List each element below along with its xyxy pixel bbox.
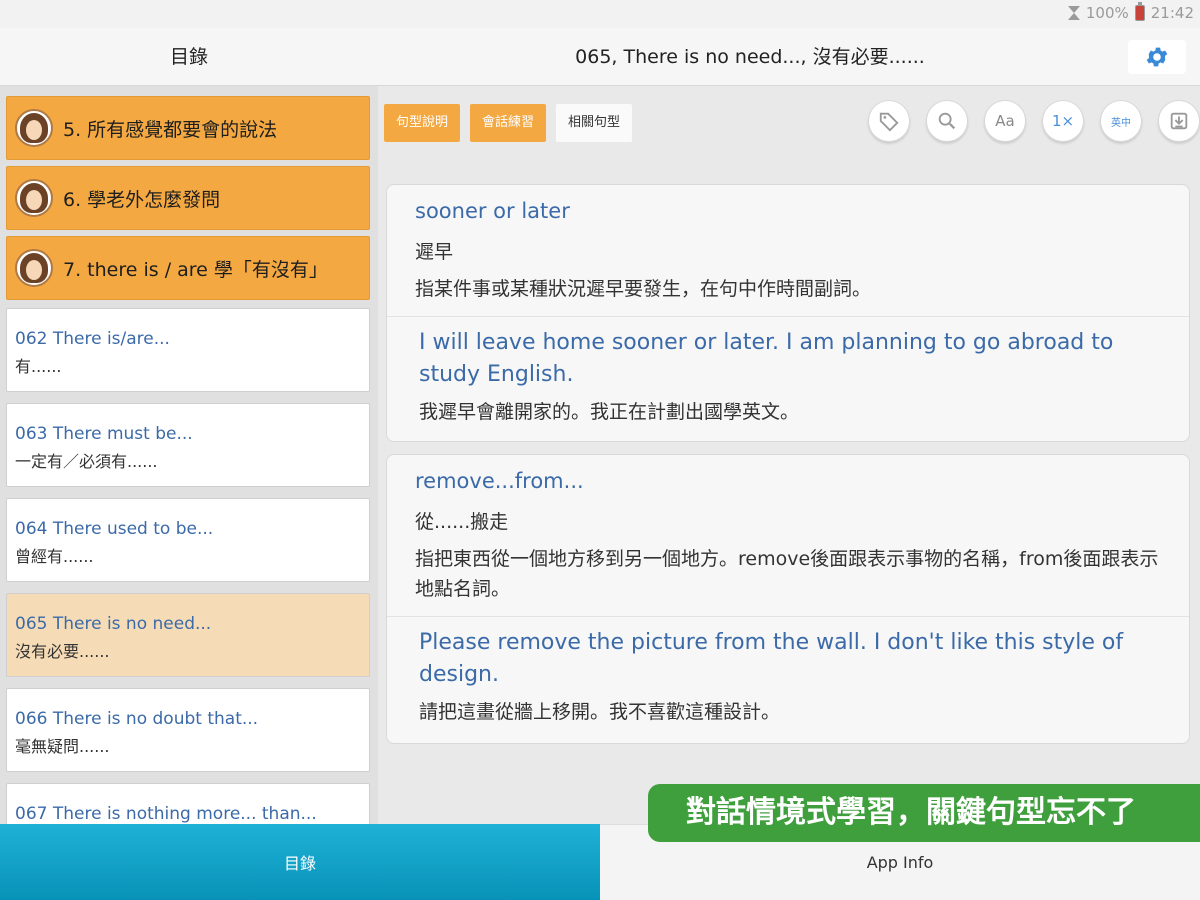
sidebar: 5. 所有感覺都要會的說法 6. 學老外怎麼發問 7. there is / a… bbox=[0, 86, 378, 824]
download-icon bbox=[1170, 112, 1188, 130]
promo-banner: 對話情境式學習，關鍵句型忘不了 bbox=[648, 784, 1200, 842]
related-pattern-card: sooner or later 遲早 指某件事或某種狀況遲早要發生，在句中作時間… bbox=[386, 184, 1190, 442]
avatar-icon bbox=[15, 179, 53, 217]
pattern-english: 066 There is no doubt that... bbox=[15, 709, 259, 729]
pattern-term: sooner or later bbox=[415, 199, 570, 223]
example-english: I will leave home sooner or later. I am … bbox=[419, 330, 1114, 387]
status-right: 100% 21:42 bbox=[1067, 2, 1194, 22]
search-icon bbox=[938, 112, 956, 130]
sidebar-item-064[interactable]: 064 There used to be... 曾經有...... bbox=[6, 498, 370, 582]
pattern-definition: 指把東西從一個地方移到另一個地方。remove後面跟表示事物的名稱，from後面… bbox=[415, 548, 1159, 600]
pattern-chinese: 有...... bbox=[15, 357, 62, 376]
page-title: 065, There is no need..., 沒有必要...... bbox=[575, 46, 925, 68]
pattern-english: 064 There used to be... bbox=[15, 519, 214, 539]
translate-icon: 英中 bbox=[1111, 117, 1131, 129]
tab-conversation-practice[interactable]: 會話練習 bbox=[470, 104, 547, 142]
tab-related-patterns[interactable]: 相關句型 bbox=[556, 104, 633, 142]
sidebar-item-063[interactable]: 063 There must be... 一定有／必須有...... bbox=[6, 403, 370, 487]
search-button[interactable] bbox=[926, 100, 968, 142]
pattern-term-chinese: 遲早 bbox=[415, 241, 454, 263]
settings-button[interactable] bbox=[1128, 40, 1186, 74]
example-chinese: 請把這畫從牆上移開。我不喜歡這種設計。 bbox=[419, 701, 781, 723]
sidebar-item-062[interactable]: 062 There is/are... 有...... bbox=[6, 308, 370, 392]
pattern-english: 065 There is no need... bbox=[15, 614, 212, 634]
avatar-icon bbox=[15, 249, 53, 287]
sidebar-title: 目錄 bbox=[169, 46, 208, 68]
sidebar-item-065[interactable]: 065 There is no need... 沒有必要...... bbox=[6, 593, 370, 677]
speed-icon: 1× bbox=[1051, 112, 1075, 130]
clock: 21:42 bbox=[1150, 4, 1194, 22]
tab-bar: 句型說明 會話練習 相關句型 bbox=[384, 104, 633, 142]
example-english: Please remove the picture from the wall.… bbox=[419, 630, 1124, 687]
top-bar: 目錄 065, There is no need..., 沒有必要...... bbox=[0, 28, 1200, 86]
toolbar: Aa 1× 英中 bbox=[868, 100, 1200, 142]
content-area: 句型說明 會話練習 相關句型 Aa 1× 英中 sooner or later … bbox=[378, 86, 1200, 824]
sidebar-item-066[interactable]: 066 There is no doubt that... 毫無疑問...... bbox=[6, 688, 370, 772]
category-label: 5. 所有感覺都要會的說法 bbox=[63, 118, 278, 141]
pattern-chinese: 曾經有...... bbox=[15, 547, 94, 566]
pattern-chinese: 一定有／必須有...... bbox=[15, 452, 158, 471]
translate-button[interactable]: 英中 bbox=[1100, 100, 1142, 142]
example-sentence[interactable]: Please remove the picture from the wall.… bbox=[387, 616, 1189, 724]
related-pattern-card: remove...from... 從......搬走 指把東西從一個地方移到另一… bbox=[386, 454, 1190, 744]
battery-percent: 100% bbox=[1085, 4, 1129, 22]
hourglass-icon bbox=[1067, 6, 1080, 20]
example-chinese: 我遲早會離開家的。我正在計劃出國學英文。 bbox=[419, 401, 800, 423]
pattern-term: remove...from... bbox=[415, 469, 584, 493]
pattern-english: 062 There is/are... bbox=[15, 329, 170, 349]
status-bar: 100% 21:42 bbox=[0, 0, 1200, 28]
pattern-term-chinese: 從......搬走 bbox=[415, 511, 509, 533]
pattern-english: 067 There is nothing more... than... bbox=[15, 804, 317, 824]
speed-button[interactable]: 1× bbox=[1042, 100, 1084, 142]
tag-icon bbox=[879, 112, 899, 132]
pattern-chinese: 毫無疑問...... bbox=[15, 737, 110, 756]
tag-button[interactable] bbox=[868, 100, 910, 142]
avatar-icon bbox=[15, 109, 53, 147]
font-size-button[interactable]: Aa bbox=[984, 100, 1026, 142]
battery-icon bbox=[1134, 2, 1145, 21]
tab-pattern-explanation[interactable]: 句型說明 bbox=[384, 104, 461, 142]
sidebar-item-067[interactable]: 067 There is nothing more... than... bbox=[6, 783, 370, 824]
gear-icon bbox=[1146, 47, 1168, 67]
sidebar-category-7[interactable]: 7. there is / are 學「有沒有」 bbox=[6, 236, 370, 300]
category-label: 6. 學老外怎麼發問 bbox=[63, 188, 221, 211]
download-button[interactable] bbox=[1158, 100, 1200, 142]
pattern-english: 063 There must be... bbox=[15, 424, 193, 444]
sidebar-category-6[interactable]: 6. 學老外怎麼發問 bbox=[6, 166, 370, 230]
category-label: 7. there is / are 學「有沒有」 bbox=[63, 258, 328, 281]
pattern-definition: 指某件事或某種狀況遲早要發生，在句中作時間副詞。 bbox=[415, 278, 872, 300]
sidebar-category-5[interactable]: 5. 所有感覺都要會的說法 bbox=[6, 96, 370, 160]
pattern-chinese: 沒有必要...... bbox=[15, 642, 110, 661]
example-sentence[interactable]: I will leave home sooner or later. I am … bbox=[387, 316, 1189, 424]
font-size-icon: Aa bbox=[995, 112, 1015, 130]
nav-tab-catalog[interactable]: 目錄 bbox=[0, 824, 600, 900]
